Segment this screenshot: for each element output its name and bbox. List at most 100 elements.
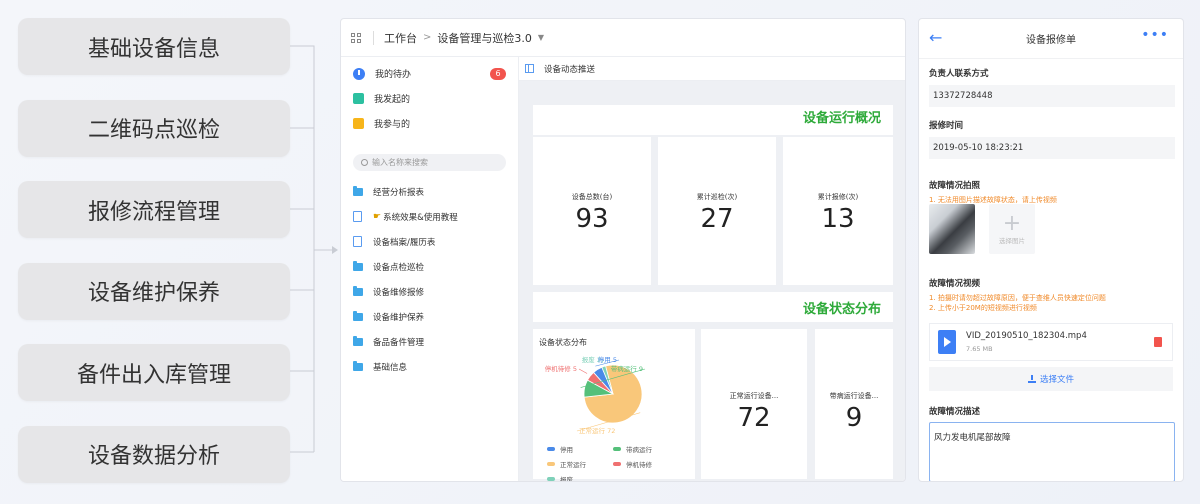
trash-icon[interactable] bbox=[1154, 337, 1162, 347]
add-photo-button[interactable]: + 选择图片 bbox=[989, 204, 1035, 254]
status-pie-chart: 报废 2停用 5带病运行 9停机待修 5正常运行 72 bbox=[545, 355, 646, 435]
legend-label: 带病运行 bbox=[626, 445, 652, 454]
todo-count-badge: 6 bbox=[490, 67, 506, 80]
sidebar-item-label: 我的待办 bbox=[375, 70, 412, 80]
top-bar: 工作台 > 设备管理与巡检3.0 ▼ bbox=[341, 19, 905, 57]
search-input[interactable]: 输入名称来搜索 bbox=[353, 154, 506, 171]
status-label: 正常运行设备... bbox=[729, 392, 779, 400]
chevron-right-icon: > bbox=[423, 32, 432, 43]
search-icon bbox=[361, 159, 368, 166]
legend-item: 停机待修 bbox=[613, 459, 679, 469]
video-label: 故障情况视频 bbox=[929, 279, 981, 289]
sidebar-item-todo[interactable]: 我的待办 6 bbox=[341, 61, 518, 86]
legend-item: 正常运行 bbox=[547, 459, 613, 469]
video-attachment[interactable]: VID_20190510_182304.mp4 7.65 MB bbox=[929, 323, 1173, 361]
video-filename: VID_20190510_182304.mp4 bbox=[966, 331, 1087, 341]
section-title-overview: 设备运行概况 bbox=[802, 111, 881, 126]
time-label: 报修时间 bbox=[929, 121, 964, 131]
tree-item-repair[interactable]: 设备维修报修 bbox=[341, 279, 518, 304]
folder-icon bbox=[353, 360, 363, 371]
feature-list: 基础设备信息 二维码点巡检 报修流程管理 设备维护保养 备件出入库管理 设备数据… bbox=[18, 18, 290, 504]
check-icon bbox=[353, 93, 364, 104]
stat-label: 累计报修(次) bbox=[817, 193, 859, 201]
tree-item-archive[interactable]: 设备档案/履历表 bbox=[341, 229, 518, 254]
pie-data-label-3: 停机待修 5 bbox=[545, 364, 577, 373]
feature-maintenance: 设备维护保养 bbox=[18, 262, 290, 320]
sidebar-item-initiated[interactable]: 我发起的 bbox=[341, 86, 518, 111]
stat-value: 93 bbox=[575, 204, 609, 234]
description-textarea[interactable]: 风力发电机尾部故障 bbox=[929, 422, 1175, 481]
description-value: 风力发电机尾部故障 bbox=[934, 433, 1011, 443]
section-title-status: 设备状态分布 bbox=[802, 302, 881, 317]
mobile-repair-form: ← 设备报修单 ••• 负责人联系方式 13372728448 报修时间 201… bbox=[918, 18, 1184, 482]
tab-device-push[interactable]: 设备动态推送 bbox=[544, 63, 595, 75]
contact-label: 负责人联系方式 bbox=[929, 69, 989, 79]
pie-legend: 停用 带病运行 正常运行 停机待修 报废 bbox=[547, 441, 687, 482]
apps-grid-icon[interactable] bbox=[351, 32, 361, 43]
stat-value: 27 bbox=[700, 204, 734, 234]
legend-item: 带病运行 bbox=[613, 444, 679, 454]
stat-card-repairs: 累计报修(次) 13 bbox=[783, 137, 893, 285]
sidebar-item-label: 我发起的 bbox=[374, 95, 411, 105]
legend-label: 停机待修 bbox=[626, 460, 652, 469]
folder-icon bbox=[353, 185, 363, 196]
feature-repair-flow: 报修流程管理 bbox=[18, 181, 290, 239]
pointer-hand-icon: ☛ bbox=[373, 211, 382, 222]
stat-label: 累计巡检(次) bbox=[696, 193, 738, 201]
tree-item-basic[interactable]: 基础信息 bbox=[341, 354, 518, 379]
stat-label: 设备总数(台) bbox=[571, 193, 613, 201]
contact-field[interactable]: 13372728448 bbox=[929, 85, 1175, 107]
connector-lines bbox=[290, 45, 338, 453]
pie-data-label-4: 正常运行 72 bbox=[579, 426, 615, 435]
fault-photo-thumbnail[interactable] bbox=[929, 204, 975, 254]
tree-item-label: 经营分析报表 bbox=[373, 187, 425, 198]
choose-file-label: 选择文件 bbox=[1039, 375, 1074, 385]
folder-icon bbox=[353, 310, 363, 321]
tree-item-label: 系统效果&使用教程 bbox=[383, 212, 458, 223]
sidebar-item-participated[interactable]: 我参与的 bbox=[341, 111, 518, 136]
folder-icon bbox=[353, 260, 363, 271]
status-card-normal: 正常运行设备... 72 bbox=[701, 329, 807, 479]
legend-label: 报废 bbox=[560, 475, 573, 482]
tree-item-inspection[interactable]: 设备点检巡检 bbox=[341, 254, 518, 279]
folder-icon bbox=[353, 335, 363, 346]
breadcrumb-root[interactable]: 工作台 bbox=[384, 30, 417, 46]
doc-icon bbox=[353, 236, 362, 247]
tree-item-maintenance[interactable]: 设备维护保养 bbox=[341, 304, 518, 329]
description-label: 故障情况描述 bbox=[929, 407, 981, 417]
video-filesize: 7.65 MB bbox=[966, 345, 993, 353]
pie-leader-line-3 bbox=[578, 368, 588, 374]
pie-data-label-1: 停用 5 bbox=[598, 355, 617, 364]
time-field[interactable]: 2019-05-10 18:23:21 bbox=[929, 137, 1175, 159]
video-hint-1: 1. 拍摄时请勿超过故障原因，便于查维人员快速定位问题 bbox=[929, 294, 1106, 302]
legend-item: 报废 bbox=[547, 474, 613, 482]
more-icon[interactable]: ••• bbox=[1141, 27, 1169, 43]
feature-qr-inspection: 二维码点巡检 bbox=[18, 99, 290, 157]
choose-file-button[interactable]: 选择文件 bbox=[929, 367, 1173, 391]
tree-item-label: 设备维护保养 bbox=[373, 312, 425, 323]
plus-icon: + bbox=[1002, 211, 1022, 236]
breadcrumb-app[interactable]: 设备管理与巡检3.0 bbox=[437, 30, 532, 46]
note-icon bbox=[353, 118, 364, 129]
sidebar-item-label: 我参与的 bbox=[374, 120, 411, 130]
legend-label: 正常运行 bbox=[560, 460, 586, 469]
tree-item-report[interactable]: 经营分析报表 bbox=[341, 179, 518, 204]
panel-icon[interactable] bbox=[525, 64, 534, 73]
mobile-header: ← 设备报修单 ••• bbox=[919, 19, 1183, 59]
pie-data-label-2: 带病运行 9 bbox=[611, 364, 643, 373]
tree-item-label: 备品备件管理 bbox=[373, 337, 425, 348]
status-value: 72 bbox=[737, 403, 771, 433]
tree-item-label: 设备点检巡检 bbox=[373, 262, 425, 273]
divider bbox=[373, 30, 374, 45]
legend-item: 停用 bbox=[547, 444, 613, 454]
tree-item-spares[interactable]: 备品备件管理 bbox=[341, 329, 518, 354]
chevron-down-icon[interactable]: ▼ bbox=[538, 33, 544, 42]
feature-spare-parts: 备件出入库管理 bbox=[18, 344, 290, 402]
status-card-faulty: 带病运行设备... 9 bbox=[815, 329, 893, 479]
feature-data-analysis: 设备数据分析 bbox=[18, 425, 290, 483]
folder-icon bbox=[353, 285, 363, 296]
content-area: 设备动态推送 设备运行概况 设备总数(台) 93 累计巡检(次) 27 累计报修… bbox=[519, 57, 905, 482]
tab-bar: 设备动态推送 bbox=[519, 57, 905, 81]
tree-item-tutorial[interactable]: ☛ 系统效果&使用教程 bbox=[341, 204, 518, 229]
back-arrow-icon[interactable]: ← bbox=[929, 28, 942, 47]
